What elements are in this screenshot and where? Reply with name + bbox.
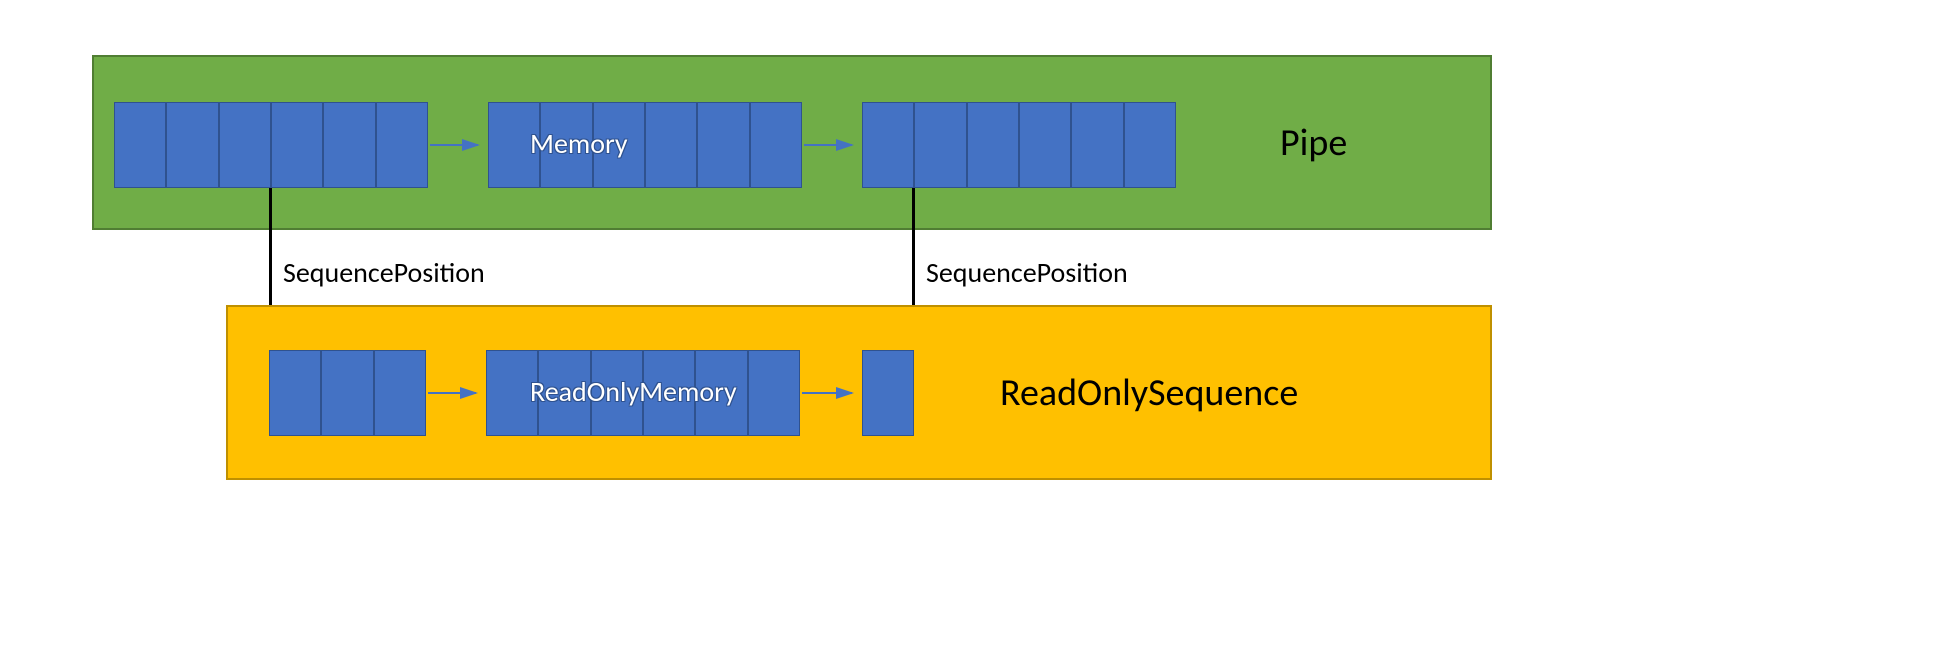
- pipe-block-3: [862, 102, 1176, 188]
- sequence-block-1: [269, 350, 426, 436]
- sequence-position-label-left: SequencePosition: [283, 255, 485, 290]
- arrow-seq-2: [800, 378, 862, 408]
- arrow-pipe-2: [802, 130, 862, 160]
- arrow-pipe-1: [428, 130, 488, 160]
- sequence-position-label-right: SequencePosition: [926, 255, 1128, 290]
- pipe-label: Pipe: [1280, 120, 1347, 166]
- sequence-block-3: [862, 350, 914, 436]
- arrow-seq-1: [426, 378, 486, 408]
- sequence-block-2: [486, 350, 800, 436]
- pipe-block-2: [488, 102, 802, 188]
- sequence-label: ReadOnlySequence: [1000, 370, 1298, 416]
- pipe-block-1: [114, 102, 428, 188]
